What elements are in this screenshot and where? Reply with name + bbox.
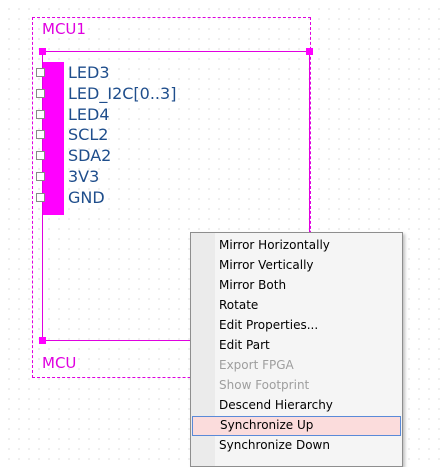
pin-row[interactable]: SDA2 xyxy=(36,146,216,167)
pin-row[interactable]: SCL2 xyxy=(36,125,216,146)
menu-item-synchronize-up[interactable]: Synchronize Up xyxy=(192,416,401,436)
component-name: MCU xyxy=(42,354,77,372)
pin-row[interactable]: GND xyxy=(36,188,216,209)
menu-item-rotate[interactable]: Rotate xyxy=(192,296,401,316)
pin-label: LED_I2C[0..3] xyxy=(68,84,177,103)
selection-handle-bottom-left[interactable] xyxy=(39,337,46,344)
component-designator: MCU1 xyxy=(42,20,86,38)
selection-handle-top-left[interactable] xyxy=(39,48,46,55)
selection-handle-top-right[interactable] xyxy=(306,48,313,55)
pin-label: LED3 xyxy=(68,63,110,82)
pin-label: SCL2 xyxy=(68,125,109,144)
pin-connector[interactable] xyxy=(36,130,45,139)
pin-label: GND xyxy=(68,188,105,207)
pin-connector[interactable] xyxy=(36,193,45,202)
pin-connector[interactable] xyxy=(36,172,45,181)
menu-item-mirror-vertically[interactable]: Mirror Vertically xyxy=(192,256,401,276)
menu-item-mirror-both[interactable]: Mirror Both xyxy=(192,276,401,296)
menu-item-descend-hierarchy[interactable]: Descend Hierarchy xyxy=(192,396,401,416)
pin-row[interactable]: LED_I2C[0..3] xyxy=(36,84,216,105)
pin-row[interactable]: LED4 xyxy=(36,105,216,126)
pin-row[interactable]: LED3 xyxy=(36,63,216,84)
pin-connector[interactable] xyxy=(36,68,45,77)
menu-item-synchronize-down[interactable]: Synchronize Down xyxy=(192,436,401,456)
menu-item-show-footprint: Show Footprint xyxy=(219,378,310,392)
menu-item-edit-properties[interactable]: Edit Properties... xyxy=(192,316,401,336)
menu-item-export-fpga: Export FPGA xyxy=(219,358,294,372)
menu-item-edit-part[interactable]: Edit Part xyxy=(192,336,401,356)
pin-connector[interactable] xyxy=(36,151,45,160)
schematic-canvas[interactable]: MCU1 MCU LED3 LED_I2C[0..3] LED4 SCL2 SD… xyxy=(0,0,441,467)
context-menu: Mirror Horizontally Mirror Vertically Mi… xyxy=(190,232,403,467)
pin-row[interactable]: 3V3 xyxy=(36,167,216,188)
pin-label: 3V3 xyxy=(68,167,100,186)
pin-connector[interactable] xyxy=(36,110,45,119)
pin-label: LED4 xyxy=(68,105,110,124)
pin-connector[interactable] xyxy=(36,89,45,98)
menu-item-mirror-horizontally[interactable]: Mirror Horizontally xyxy=(192,236,401,256)
pin-label: SDA2 xyxy=(68,146,112,165)
